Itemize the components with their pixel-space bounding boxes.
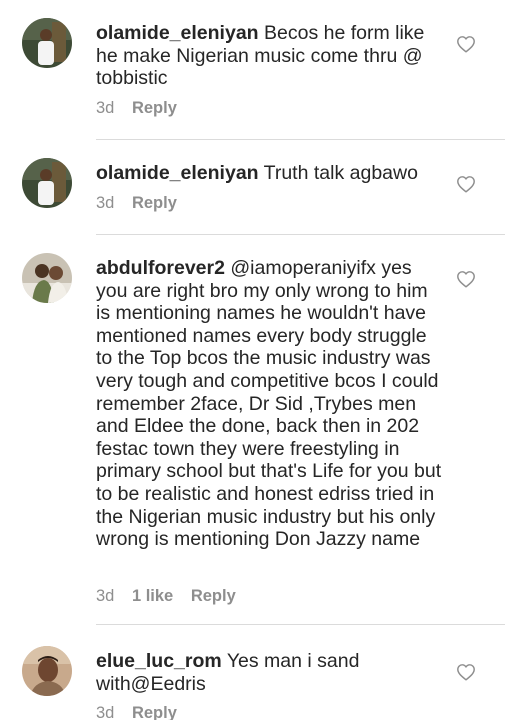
avatar[interactable] — [22, 158, 72, 208]
comment-body: abdulforever2 @iamoperaniyifx yes you ar… — [96, 257, 446, 551]
comment-username[interactable]: abdulforever2 — [96, 257, 225, 279]
reply-button[interactable]: Reply — [132, 704, 177, 720]
comment-time: 3d — [96, 194, 115, 212]
comment-username[interactable]: elue_luc_rom — [96, 650, 222, 672]
avatar[interactable] — [22, 18, 72, 68]
comment-meta: 3d Reply — [96, 99, 190, 118]
heart-outline-icon[interactable] — [456, 175, 476, 193]
comment-meta: 3d Reply — [96, 704, 190, 720]
comment-item: olamide_eleniyan Becos he form like he m… — [0, 0, 505, 140]
comment-body: olamide_eleniyan Truth talk agbawo — [96, 162, 446, 185]
comment-body: olamide_eleniyan Becos he form like he m… — [96, 22, 446, 90]
avatar[interactable] — [22, 253, 72, 303]
comment-time: 3d — [96, 704, 115, 720]
reply-button[interactable]: Reply — [191, 587, 236, 605]
comment-time: 3d — [96, 587, 115, 605]
comment-item: abdulforever2 @iamoperaniyifx yes you ar… — [0, 235, 505, 625]
likes-count[interactable]: 1 like — [132, 587, 173, 605]
comment-meta: 3d Reply — [96, 194, 190, 213]
comment-username[interactable]: olamide_eleniyan — [96, 22, 259, 44]
comment-text: @iamoperaniyifx yes you are right bro my… — [96, 257, 442, 551]
comment-text: Truth talk agbawo — [263, 162, 418, 184]
heart-outline-icon[interactable] — [456, 270, 476, 288]
heart-outline-icon[interactable] — [456, 663, 476, 681]
comment-body: elue_luc_rom Yes man i sand with@Eedris — [96, 650, 446, 695]
heart-outline-icon[interactable] — [456, 35, 476, 53]
comment-time: 3d — [96, 99, 115, 117]
avatar[interactable] — [22, 646, 72, 696]
comment-item: elue_luc_rom Yes man i sand with@Eedris … — [0, 625, 505, 720]
reply-button[interactable]: Reply — [132, 194, 177, 212]
comment-item: olamide_eleniyan Truth talk agbawo 3d Re… — [0, 140, 505, 235]
comment-username[interactable]: olamide_eleniyan — [96, 162, 259, 184]
comment-meta: 3d 1 like Reply — [96, 587, 249, 606]
reply-button[interactable]: Reply — [132, 99, 177, 117]
